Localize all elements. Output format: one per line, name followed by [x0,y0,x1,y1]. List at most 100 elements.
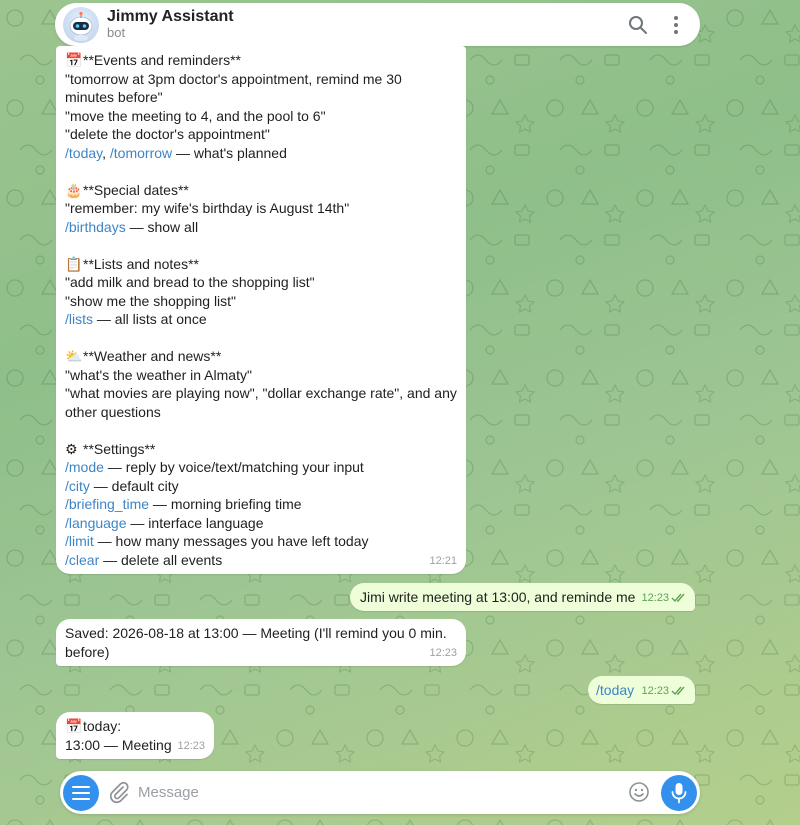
outgoing-message-text: Jimi write meeting at 13:00, and reminde… [360,589,636,605]
settings-item: /limit — how many messages you have left… [65,532,466,551]
dates-heading: **Special dates** [83,181,189,198]
events-heading-line: 📅**Events and reminders** [65,51,466,70]
settings-item: /clear — delete all events [65,551,466,570]
message-status: 12:23 [641,682,687,701]
settings-item-desc: — delete all events [99,551,223,568]
settings-item-desc: — reply by voice/text/matching your inpu… [103,459,364,475]
weather-heading-line: ⛅**Weather and news** [65,347,466,366]
gear-icon: ⚙ [65,440,78,457]
settings-item-desc: — morning briefing time [149,496,302,512]
events-command-desc: — what's planned [172,144,287,161]
settings-item: /city — default city [65,477,466,496]
help-message-bubble: 📅**Events and reminders** "tomorrow at 3… [56,46,466,574]
weather-example-2-cont: other questions [65,403,161,420]
command-limit-link[interactable]: /limit [65,533,94,549]
events-example-3: "delete the doctor's appointment" [65,126,270,142]
command-clear-link[interactable]: /clear [65,552,99,568]
settings-heading-line: ⚙ **Settings** [65,440,466,459]
incoming-message-bubble: Saved: 2026-08-18 at 13:00 — Meeting (I'… [56,619,466,666]
double-check-icon [671,593,685,602]
calendar-icon: 📅 [65,52,83,68]
chat-title-block[interactable]: Jimmy Assistant bot [107,8,234,41]
search-button[interactable] [626,13,650,37]
weather-heading: **Weather and news** [83,348,222,364]
smiley-icon [629,782,649,802]
message-timestamp: 12:23 [641,684,669,697]
weather-example-2: "what movies are playing now", "dollar e… [65,385,457,401]
message-input[interactable] [138,779,618,806]
double-check-icon [671,686,685,695]
paperclip-icon [109,781,129,804]
header-actions [626,13,700,37]
voice-record-button[interactable] [661,775,697,811]
today-agenda-title: 📅today: [65,717,214,736]
incoming-message-bubble: 📅today: 13:00 — Meeting 12:23 [56,712,214,759]
lists-example-2: "show me the shopping list" [65,292,237,309]
command-language-link[interactable]: /language [65,515,127,531]
command-lists-link[interactable]: /lists [65,311,93,327]
more-vertical-icon [674,15,678,34]
message-composer [60,771,700,814]
events-command-separator: , [102,144,110,161]
settings-item-desc: — default city [89,477,179,494]
command-birthdays-link[interactable]: /birthdays [65,219,126,235]
dates-command-line: /birthdays — show all [65,218,466,237]
saved-confirmation-line-2: before) [65,643,110,660]
attach-button[interactable] [108,780,130,807]
settings-heading: **Settings** [83,440,156,457]
command-today-link[interactable]: /today [596,682,634,698]
message-timestamp: 12:23 [429,646,457,659]
events-example-1: "tomorrow at 3pm doctor's appointment, r… [65,70,402,87]
lists-command-desc: — all lists at once [93,311,207,327]
command-tomorrow-link[interactable]: /tomorrow [110,145,172,161]
events-heading: **Events and reminders** [83,52,241,68]
command-today-link[interactable]: /today [65,145,102,161]
calendar-icon: 📅 [65,718,83,734]
lists-command-line: /lists — all lists at once [65,310,466,329]
message-timestamp: 12:23 [641,591,669,604]
chat-header[interactable]: Jimmy Assistant bot [55,3,700,46]
bot-menu-button[interactable] [63,775,99,811]
message-status: 12:23 [641,589,687,608]
events-example-2: "move the meeting to 4, and the pool to … [65,107,326,124]
cake-icon: 🎂 [65,181,83,198]
more-options-button[interactable] [664,13,688,37]
emoji-button[interactable] [628,781,650,806]
events-example-1-cont: minutes before" [65,89,163,105]
search-icon [629,15,647,34]
clipboard-icon: 📋 [65,255,83,272]
chat-subtitle: bot [107,25,126,41]
weather-example-1: "what's the weather in Almaty" [65,366,252,383]
settings-item-desc: — how many messages you have left today [93,533,369,549]
settings-item: /briefing_time — morning briefing time [65,495,466,514]
command-city-link[interactable]: /city [65,478,90,494]
dates-example-1: "remember: my wife's birthday is August … [65,200,350,216]
sun-cloud-icon: ⛅ [65,348,83,364]
message-timestamp: 12:21 [429,554,457,567]
lists-example-1: "add milk and bread to the shopping list… [65,274,315,290]
command-mode-link[interactable]: /mode [65,459,104,475]
saved-confirmation-line-1: Saved: 2026-08-18 at 13:00 — Meeting (I'… [65,625,447,641]
microphone-icon [671,783,687,804]
settings-item: /mode — reply by voice/text/matching you… [65,458,466,477]
dates-heading-line: 🎂**Special dates** [65,181,466,200]
settings-item: /language — interface language [65,514,466,533]
outgoing-message-bubble: Jimi write meeting at 13:00, and reminde… [350,583,695,611]
command-briefing-time-link[interactable]: /briefing_time [65,496,149,512]
bot-avatar[interactable] [63,6,99,43]
today-label: today: [83,718,122,734]
message-timestamp: 12:23 [177,739,205,752]
lists-heading: **Lists and notes** [83,255,199,272]
chat-title: Jimmy Assistant [107,7,234,25]
lists-heading-line: 📋**Lists and notes** [65,255,466,274]
dates-command-desc: — show all [125,218,199,235]
events-commands-line: /today, /tomorrow — what's planned [65,144,466,163]
outgoing-message-bubble: /today 12:23 [588,676,695,704]
menu-icon [72,786,90,800]
robot-icon [69,11,93,41]
settings-item-desc: — interface language [126,514,264,531]
